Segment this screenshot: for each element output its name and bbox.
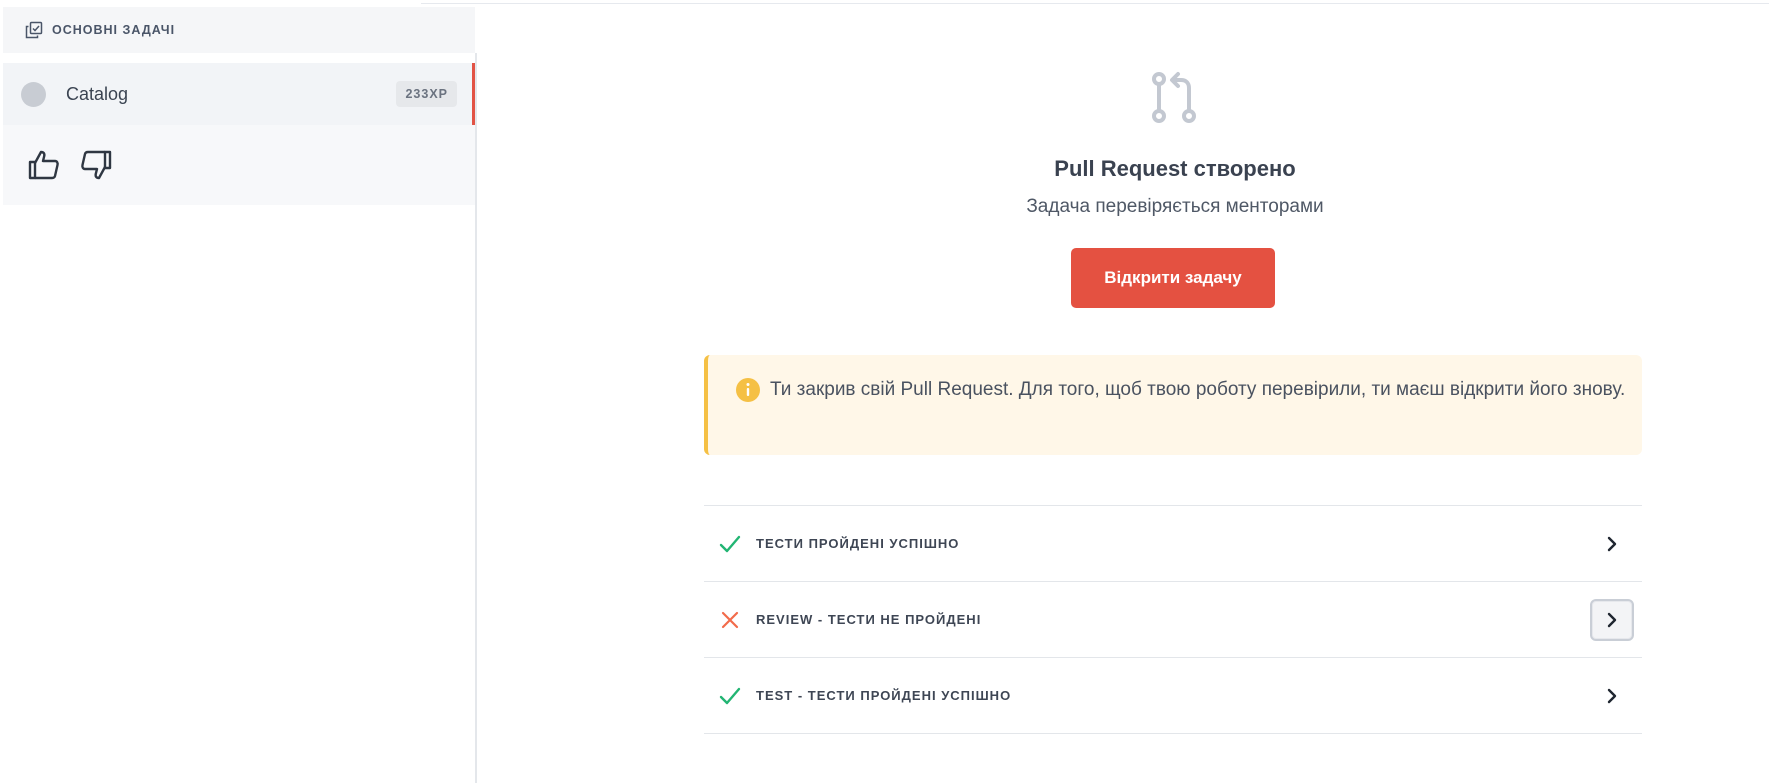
checks-list: ТЕСТИ ПРОЙДЕНІ УСПІШНО REVIEW - ТЕСТИ НЕ… <box>704 505 1642 734</box>
thumbs-up-icon[interactable] <box>27 148 61 182</box>
task-status-dot <box>21 81 46 107</box>
open-task-button[interactable]: Відкрити задачу <box>1071 248 1275 308</box>
expand-button[interactable] <box>1590 675 1634 717</box>
cross-icon <box>721 611 739 628</box>
check-icon <box>719 535 741 552</box>
sidebar-divider <box>475 53 477 783</box>
check-row[interactable]: ТЕСТИ ПРОЙДЕНІ УСПІШНО <box>704 506 1642 582</box>
alert-text: Ти закрив свій Pull Request. Для того, щ… <box>770 379 1626 400</box>
check-label: TEST - ТЕСТИ ПРОЙДЕНІ УСПІШНО <box>756 688 1012 703</box>
check-row[interactable]: REVIEW - ТЕСТИ НЕ ПРОЙДЕНІ <box>704 582 1642 658</box>
alert-banner: Ти закрив свій Pull Request. Для того, щ… <box>704 355 1642 455</box>
page-title: Pull Request створено <box>1054 156 1296 181</box>
section-header: ОСНОВНІ ЗАДАЧІ <box>3 7 475 53</box>
xp-badge: 233XP <box>396 81 457 107</box>
sidebar-task-item[interactable]: Catalog 233XP <box>3 63 475 125</box>
check-label: ТЕСТИ ПРОЙДЕНІ УСПІШНО <box>756 536 960 551</box>
git-pull-request-icon <box>1152 72 1196 123</box>
check-icon <box>719 687 741 704</box>
expand-button[interactable] <box>1590 598 1634 641</box>
check-label: REVIEW - ТЕСТИ НЕ ПРОЙДЕНІ <box>756 612 982 627</box>
chevron-right-icon <box>1607 612 1617 627</box>
feedback-panel <box>3 125 475 205</box>
check-row[interactable]: TEST - ТЕСТИ ПРОЙДЕНІ УСПІШНО <box>704 658 1642 734</box>
thumbs-down-icon[interactable] <box>79 148 113 182</box>
tasks-section-icon <box>25 21 43 39</box>
chevron-right-icon <box>1607 536 1617 551</box>
info-icon <box>736 378 760 402</box>
task-name: Catalog <box>66 83 129 104</box>
page-subtitle: Задача перевіряється менторами <box>1026 196 1324 217</box>
expand-button[interactable] <box>1590 523 1634 565</box>
section-title: ОСНОВНІ ЗАДАЧІ <box>52 23 176 37</box>
top-divider <box>421 3 1769 4</box>
chevron-right-icon <box>1607 688 1617 703</box>
